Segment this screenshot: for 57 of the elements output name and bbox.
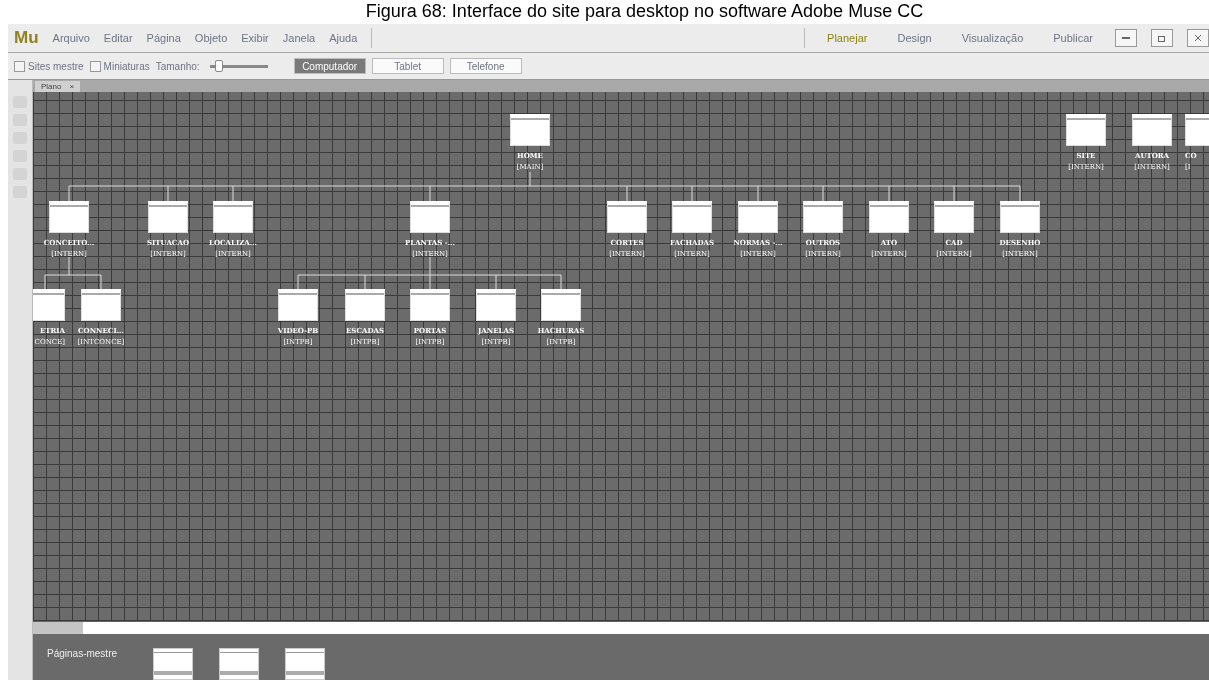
page-thumbnail[interactable]	[1066, 113, 1106, 146]
checkbox[interactable]	[14, 60, 25, 72]
page-thumbnail[interactable]	[410, 288, 450, 321]
close-icon[interactable]: ×	[69, 81, 75, 91]
page-thumbnail[interactable]	[1132, 113, 1172, 146]
page-thumbnail[interactable]	[803, 200, 843, 233]
menu-item[interactable]: Página	[146, 32, 181, 44]
restore-button[interactable]	[1151, 29, 1173, 47]
menu-item[interactable]: Editar	[103, 32, 133, 44]
panel-title: Páginas-mestre	[47, 648, 119, 659]
mode-tab[interactable]: Planejar	[827, 32, 868, 44]
app-logo: Mu	[14, 28, 39, 48]
master-thumbnail[interactable]	[285, 648, 325, 680]
page-thumbnail[interactable]	[213, 200, 253, 233]
restore-icon	[1157, 34, 1167, 42]
device-button[interactable]: Telefone	[449, 58, 522, 74]
device-button[interactable]: Tablet	[371, 58, 444, 74]
page-thumbnail[interactable]	[33, 288, 65, 321]
page-thumbnail[interactable]	[1000, 200, 1040, 233]
menu-item[interactable]: Ajuda	[329, 32, 358, 44]
document-tab[interactable]: Plano ×	[35, 80, 81, 92]
page-thumbnail[interactable]	[476, 288, 516, 321]
minimize-button[interactable]	[1115, 29, 1137, 47]
page-thumbnail[interactable]	[49, 200, 89, 233]
page-thumbnail[interactable]	[541, 288, 581, 321]
menu-item[interactable]: Objeto	[194, 32, 228, 44]
slider-thumb[interactable]	[215, 60, 224, 72]
size-label: Tamanho:	[155, 60, 200, 72]
figure-caption: Figura 68: Interface do site para desktop no software Adobe Muse CC	[365, 0, 924, 23]
mode-tab[interactable]: Design	[897, 32, 932, 44]
page-thumbnail[interactable]	[607, 200, 647, 233]
page-thumbnail[interactable]	[934, 200, 974, 233]
checkbox-label: Miniaturas	[103, 60, 150, 72]
page-thumbnail[interactable]	[410, 200, 450, 233]
page-thumbnail[interactable]	[672, 200, 712, 233]
master-thumbnail[interactable]	[219, 648, 259, 680]
checkbox[interactable]	[89, 60, 101, 72]
close-button[interactable]	[1187, 29, 1209, 47]
connector-line	[44, 256, 102, 290]
page-thumbnail[interactable]	[510, 113, 550, 146]
page-thumbnail[interactable]	[345, 288, 385, 321]
page-thumbnail[interactable]	[148, 200, 188, 233]
minimize-icon	[1122, 37, 1130, 39]
page-thumbnail[interactable]	[278, 288, 318, 321]
mode-tab[interactable]: Publicar	[1053, 32, 1093, 44]
page-thumbnail[interactable]	[869, 200, 909, 233]
menu-item[interactable]: Arquivo	[52, 32, 90, 44]
mode-tab[interactable]: Visualização	[961, 32, 1024, 44]
checkbox-label: Sites mestre	[28, 60, 84, 72]
menu-item[interactable]: Janela	[282, 32, 316, 44]
close-icon	[1194, 34, 1202, 42]
page-thumbnail[interactable]	[81, 288, 121, 321]
menu-item[interactable]: Exibir	[241, 32, 269, 44]
scrollbar[interactable]	[33, 621, 1209, 634]
master-thumbnail[interactable]	[153, 648, 193, 680]
device-button[interactable]: Computador	[293, 58, 366, 74]
page-thumbnail[interactable]	[738, 200, 778, 233]
